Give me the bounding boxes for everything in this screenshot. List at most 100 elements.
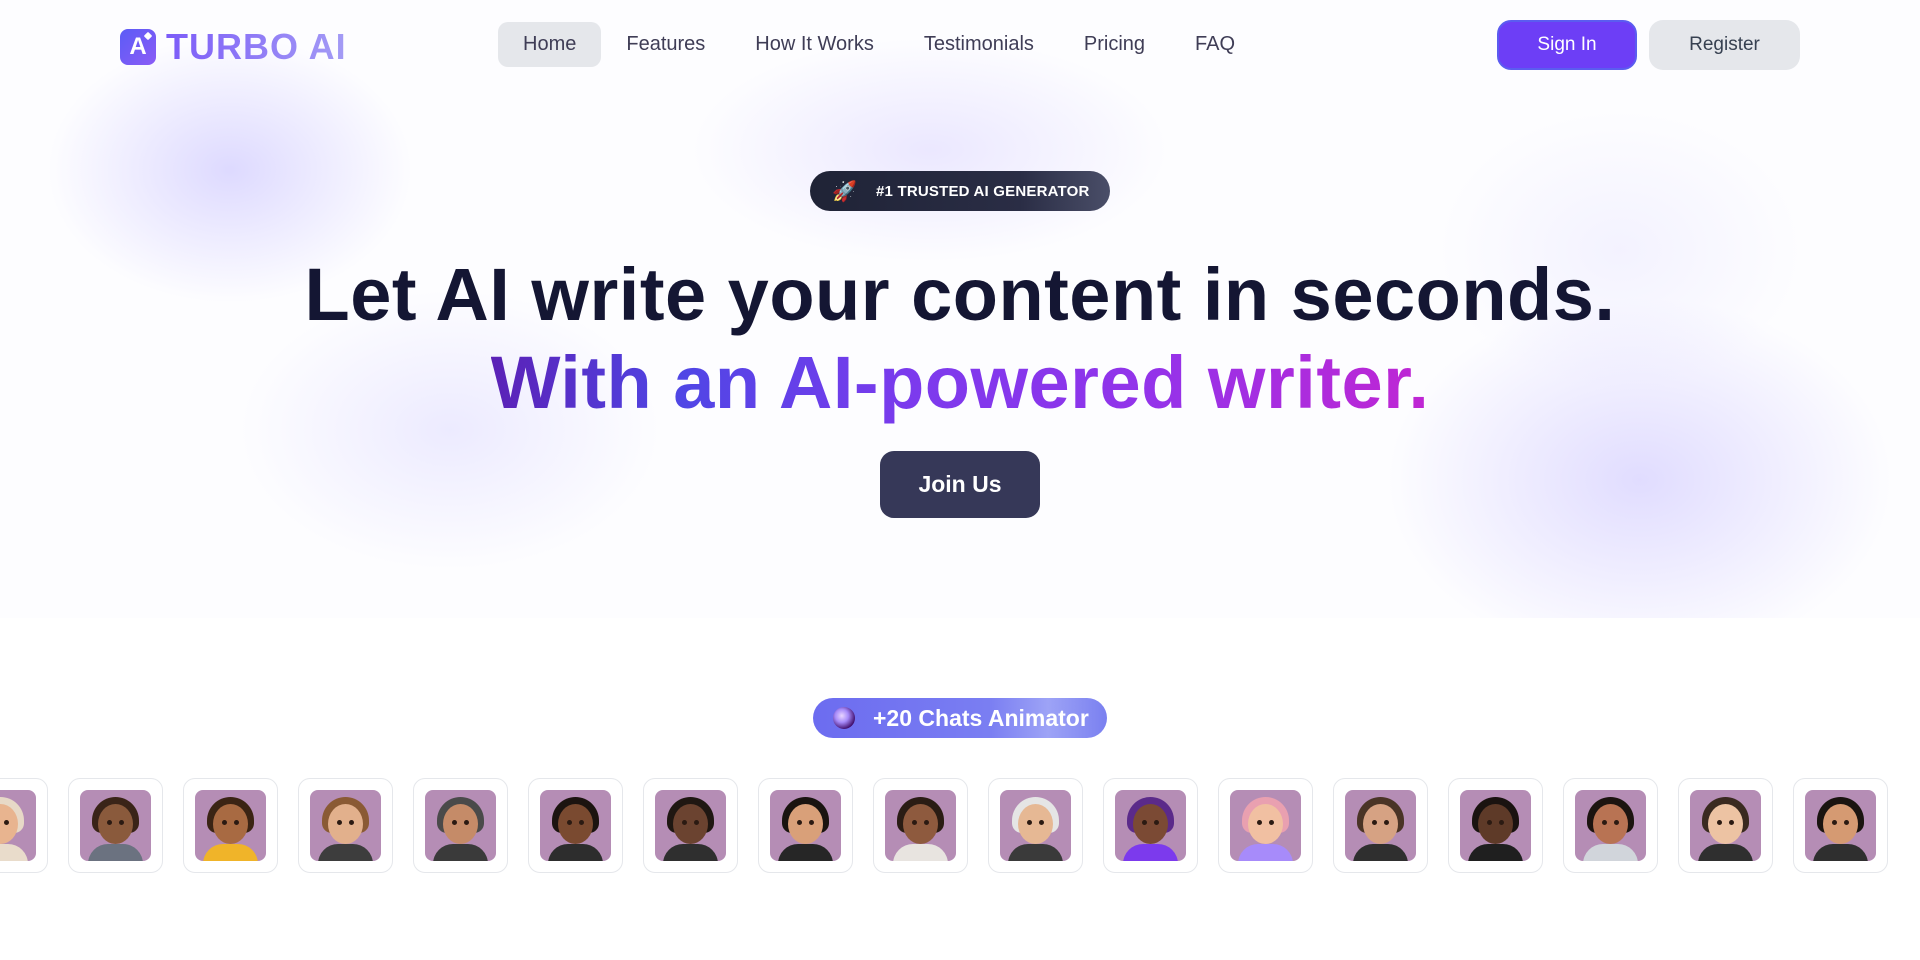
avatar-eye: [1039, 820, 1044, 825]
avatar-eye: [579, 820, 584, 825]
avatar-face: [1823, 804, 1858, 844]
avatar-body: [0, 844, 28, 861]
avatar-card[interactable]: [1563, 778, 1658, 873]
nav-how-it-works[interactable]: How It Works: [730, 22, 899, 67]
avatar-eye: [222, 820, 227, 825]
avatar-face: [788, 804, 823, 844]
avatar: [655, 790, 726, 861]
avatar-card[interactable]: [1793, 778, 1888, 873]
avatar: [1345, 790, 1416, 861]
main-nav: Home Features How It Works Testimonials …: [498, 22, 1260, 67]
avatar-eye: [349, 820, 354, 825]
crystal-ball-icon: [833, 707, 855, 729]
avatar-body: [88, 844, 143, 861]
avatar-body: [1698, 844, 1753, 861]
avatar: [770, 790, 841, 861]
join-us-button[interactable]: Join Us: [880, 451, 1040, 518]
avatar-eye: [694, 820, 699, 825]
trusted-badge: 🚀 #1 TRUSTED AI GENERATOR: [810, 171, 1110, 211]
avatar-eye: [1269, 820, 1274, 825]
avatar-card[interactable]: [988, 778, 1083, 873]
avatar-eye: [1717, 820, 1722, 825]
avatar-eye: [119, 820, 124, 825]
avatar-body: [548, 844, 603, 861]
avatar-body: [1238, 844, 1293, 861]
register-button[interactable]: Register: [1649, 20, 1800, 70]
avatar-body: [318, 844, 373, 861]
hero-subline-text: With an AI-powered writer.: [490, 341, 1430, 424]
avatar: [310, 790, 381, 861]
avatar-face: [98, 804, 133, 844]
avatar-card[interactable]: [643, 778, 738, 873]
avatar-eye: [234, 820, 239, 825]
nav-pricing[interactable]: Pricing: [1059, 22, 1170, 67]
rocket-icon: 🚀: [832, 180, 857, 203]
logo[interactable]: A TURBO AI: [120, 26, 347, 68]
avatar-card[interactable]: [1103, 778, 1198, 873]
avatar-eye: [1142, 820, 1147, 825]
avatar-card[interactable]: [1218, 778, 1313, 873]
avatar: [1690, 790, 1761, 861]
avatar: [1000, 790, 1071, 861]
avatar-body: [778, 844, 833, 861]
avatar-card[interactable]: [1333, 778, 1428, 873]
site-header: A TURBO AI Home Features How It Works Te…: [0, 0, 1920, 90]
avatar-card[interactable]: [1678, 778, 1773, 873]
avatar-eye: [1614, 820, 1619, 825]
avatar-body: [1583, 844, 1638, 861]
logo-text: TURBO AI: [166, 26, 347, 67]
avatar-card[interactable]: [873, 778, 968, 873]
avatar-face: [1248, 804, 1283, 844]
avatar-card[interactable]: [528, 778, 623, 873]
avatar-eye: [1602, 820, 1607, 825]
avatar-card[interactable]: [1448, 778, 1543, 873]
avatar-card[interactable]: [68, 778, 163, 873]
avatar-face: [213, 804, 248, 844]
nav-features[interactable]: Features: [601, 22, 730, 67]
avatar-face: [1363, 804, 1398, 844]
avatar-eye: [1487, 820, 1492, 825]
avatar-body: [433, 844, 488, 861]
nav-faq[interactable]: FAQ: [1170, 22, 1260, 67]
avatar: [195, 790, 266, 861]
nav-home[interactable]: Home: [498, 22, 602, 67]
hero-subline: With an AI-powered writer.: [0, 340, 1920, 426]
avatar-eye: [464, 820, 469, 825]
avatar: [1805, 790, 1876, 861]
avatar-eye: [1154, 820, 1159, 825]
avatar-eye: [1729, 820, 1734, 825]
logo-icon: A: [120, 29, 156, 65]
avatar: [425, 790, 496, 861]
avatar: [80, 790, 151, 861]
avatar-eye: [797, 820, 802, 825]
avatar-eye: [337, 820, 342, 825]
avatar-face: [673, 804, 708, 844]
avatar-eye: [567, 820, 572, 825]
avatar: [0, 790, 36, 861]
avatar-body: [1468, 844, 1523, 861]
avatar-body: [663, 844, 718, 861]
avatar-card[interactable]: [413, 778, 508, 873]
avatar-card[interactable]: [183, 778, 278, 873]
avatar: [1115, 790, 1186, 861]
hero-headline: Let AI write your content in seconds.: [304, 253, 1616, 336]
avatar-eye: [1499, 820, 1504, 825]
avatar-body: [1008, 844, 1063, 861]
avatar-face: [558, 804, 593, 844]
avatar: [1230, 790, 1301, 861]
avatar-face: [1593, 804, 1628, 844]
avatar-eye: [924, 820, 929, 825]
avatar-face: [1478, 804, 1513, 844]
avatar-card[interactable]: [298, 778, 393, 873]
avatar: [885, 790, 956, 861]
avatar-eye: [1832, 820, 1837, 825]
avatar-card[interactable]: [758, 778, 853, 873]
avatar-eye: [1027, 820, 1032, 825]
nav-testimonials[interactable]: Testimonials: [899, 22, 1059, 67]
avatar-body: [1353, 844, 1408, 861]
avatar-card[interactable]: [0, 778, 48, 873]
avatar-eye: [912, 820, 917, 825]
avatar-face: [1133, 804, 1168, 844]
avatar-eye: [107, 820, 112, 825]
sign-in-button[interactable]: Sign In: [1497, 20, 1637, 70]
